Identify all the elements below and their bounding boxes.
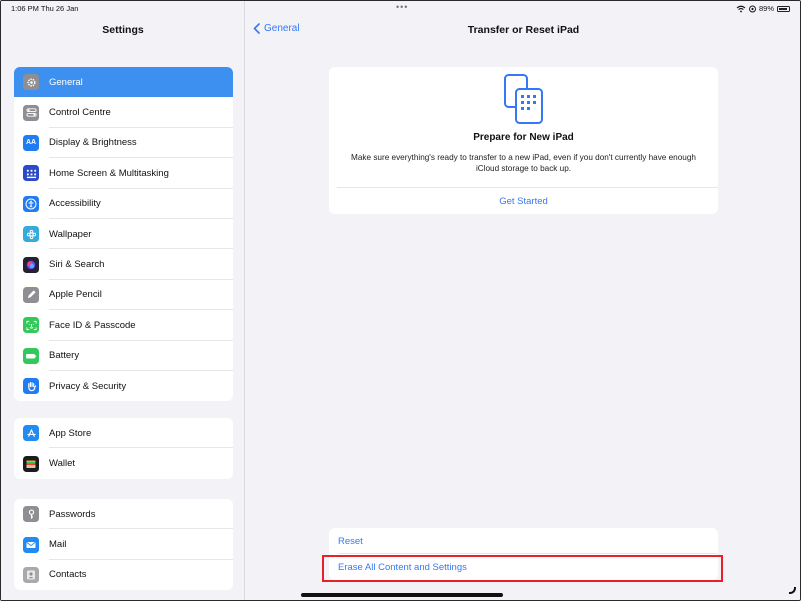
- sidebar-group-system: General Control Centre AA Display & Brig…: [14, 67, 233, 402]
- battery-percentage: 89%: [758, 4, 774, 13]
- wallet-icon: [23, 455, 39, 472]
- detail-pane: General Transfer or Reset iPad Prepare f…: [245, 1, 800, 600]
- hand-icon: [23, 378, 39, 395]
- siri-icon: [23, 256, 39, 273]
- sidebar-item-display-brightness[interactable]: AA Display & Brightness: [14, 128, 233, 159]
- sidebar-item-accessibility[interactable]: Accessibility: [14, 189, 233, 220]
- sidebar-item-label: Apple Pencil: [49, 289, 102, 301]
- sidebar-item-label: App Store: [49, 427, 92, 439]
- key-icon: [23, 506, 39, 523]
- sidebar-item-label: Display & Brightness: [49, 137, 137, 149]
- sidebar-item-label: Wallpaper: [49, 228, 92, 240]
- get-started-button[interactable]: Get Started: [329, 196, 718, 207]
- sidebar-item-label: Face ID & Passcode: [49, 319, 136, 331]
- sidebar-item-siri-search[interactable]: Siri & Search: [14, 249, 233, 281]
- sidebar-item-wallet[interactable]: Wallet: [14, 448, 233, 478]
- card-title: Prepare for New iPad: [473, 132, 574, 143]
- sidebar-item-passwords[interactable]: Passwords: [14, 499, 233, 530]
- face-id-icon: [23, 317, 39, 334]
- pencil-icon: [23, 286, 39, 303]
- status-time: 1:06 PM Thu 26 Jan: [11, 4, 79, 13]
- sidebar-item-wallpaper[interactable]: Wallpaper: [14, 219, 233, 250]
- ipad-screen: Settings General Control Centre AA Displ…: [0, 0, 801, 601]
- sidebar-item-control-centre[interactable]: Control Centre: [14, 97, 233, 129]
- sidebar-group-store: App Store Wallet: [14, 418, 233, 479]
- gear-icon: [23, 74, 39, 91]
- sidebar-item-label: Wallet: [49, 458, 76, 470]
- sidebar-item-label: Siri & Search: [49, 259, 105, 271]
- sidebar-item-apple-pencil[interactable]: Apple Pencil: [14, 280, 233, 311]
- sidebar-item-mail[interactable]: Mail: [14, 529, 233, 561]
- sidebar-group-accounts: Passwords Mail Contacts: [14, 499, 233, 591]
- ipad-transfer-icon: [504, 74, 543, 124]
- sidebar-item-label: Privacy & Security: [49, 380, 127, 392]
- multitasking-dots[interactable]: •••: [396, 2, 408, 12]
- sidebar-item-label: Home Screen & Multitasking: [49, 167, 169, 179]
- grid-icon: [23, 165, 39, 182]
- settings-sidebar: Settings General Control Centre AA Displ…: [1, 1, 245, 600]
- sidebar-item-label: General: [49, 76, 83, 88]
- accessibility-icon: [23, 195, 39, 212]
- contacts-icon: [23, 566, 39, 583]
- wifi-icon: [736, 5, 746, 12]
- divider: [337, 187, 718, 188]
- mail-icon: [23, 536, 39, 553]
- display-icon: AA: [23, 134, 39, 151]
- prepare-card: Prepare for New iPad Make sure everythin…: [329, 67, 718, 214]
- sidebar-title: Settings: [102, 24, 144, 36]
- sidebar-item-general[interactable]: General: [14, 67, 233, 98]
- page-title: Transfer or Reset iPad: [467, 24, 580, 36]
- sidebar-item-face-id[interactable]: Face ID & Passcode: [14, 310, 233, 341]
- sidebar-item-battery[interactable]: Battery: [14, 341, 233, 372]
- sidebar-item-contacts[interactable]: Contacts: [14, 560, 233, 590]
- sidebar-item-home-screen[interactable]: Home Screen & Multitasking: [14, 158, 233, 189]
- status-indicators: 89%: [736, 4, 790, 13]
- location-icon: [749, 5, 756, 12]
- wallpaper-icon: [23, 226, 39, 243]
- highlight-box: [322, 555, 723, 582]
- home-indicator[interactable]: [301, 593, 503, 597]
- sidebar-item-label: Control Centre: [49, 107, 111, 119]
- toggles-icon: [23, 104, 39, 121]
- sidebar-item-label: Mail: [49, 539, 67, 551]
- reset-button[interactable]: Reset: [329, 528, 718, 554]
- battery-icon: [23, 347, 39, 364]
- app-store-icon: [23, 425, 39, 442]
- battery-status-icon: [777, 5, 790, 12]
- sidebar-item-label: Contacts: [49, 569, 87, 581]
- sidebar-item-label: Accessibility: [49, 198, 101, 210]
- sidebar-item-privacy-security[interactable]: Privacy & Security: [14, 371, 233, 401]
- sidebar-item-app-store[interactable]: App Store: [14, 418, 233, 449]
- sidebar-item-label: Battery: [49, 350, 80, 362]
- sidebar-item-label: Passwords: [49, 508, 96, 520]
- card-description: Make sure everything's ready to transfer…: [351, 153, 696, 173]
